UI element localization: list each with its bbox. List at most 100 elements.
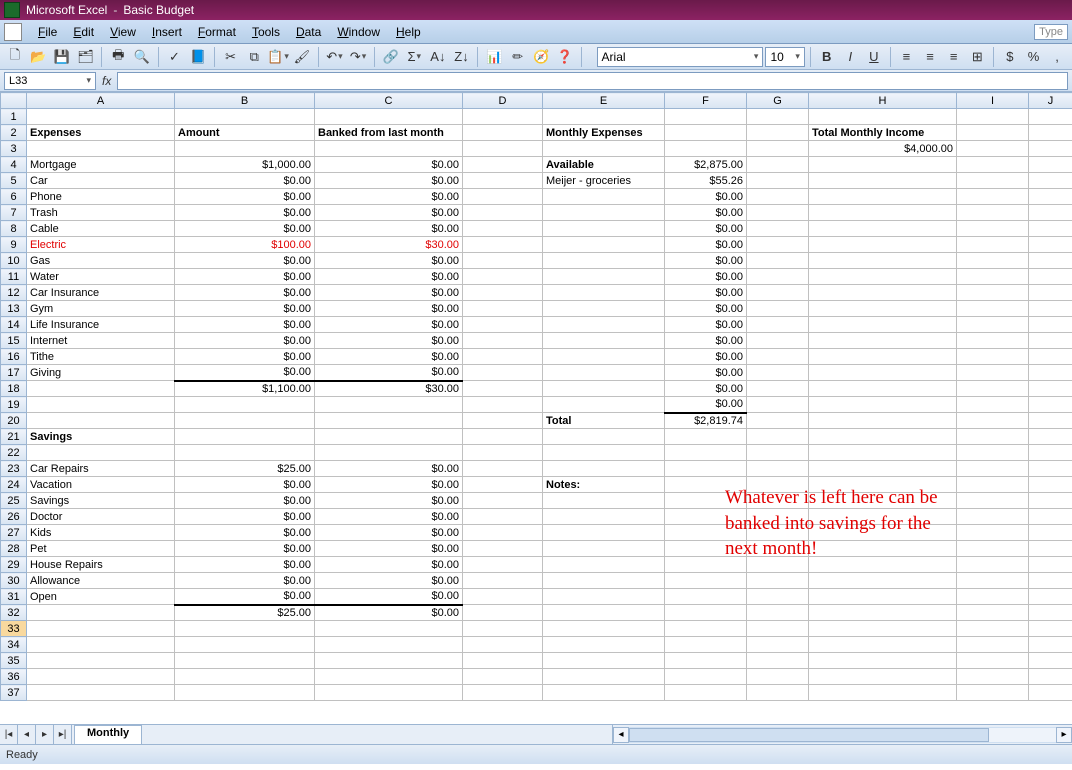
cell-G33[interactable] (747, 621, 809, 637)
cell-H26[interactable] (809, 509, 957, 525)
cell-G10[interactable] (747, 253, 809, 269)
new-button[interactable]: 🗋 (4, 46, 26, 68)
cell-B30[interactable]: $0.00 (175, 573, 315, 589)
percent-button[interactable]: % (1023, 46, 1045, 68)
cell-C19[interactable] (315, 397, 463, 413)
cell-E26[interactable] (543, 509, 665, 525)
cell-D29[interactable] (463, 557, 543, 573)
cell-A1[interactable] (27, 109, 175, 125)
sort-desc-button[interactable]: Z↓ (451, 46, 473, 68)
menu-file[interactable]: File (30, 23, 65, 41)
bold-button[interactable]: B (816, 46, 838, 68)
cell-D28[interactable] (463, 541, 543, 557)
cell-J14[interactable] (1029, 317, 1072, 333)
cell-G4[interactable] (747, 157, 809, 173)
cell-J37[interactable] (1029, 685, 1072, 701)
cell-E27[interactable] (543, 525, 665, 541)
cell-B35[interactable] (175, 653, 315, 669)
cell-E15[interactable] (543, 333, 665, 349)
cell-A35[interactable] (27, 653, 175, 669)
cell-J8[interactable] (1029, 221, 1072, 237)
cell-I11[interactable] (957, 269, 1029, 285)
row-header-36[interactable]: 36 (1, 669, 27, 685)
cell-G35[interactable] (747, 653, 809, 669)
row-header-12[interactable]: 12 (1, 285, 27, 301)
cell-D4[interactable] (463, 157, 543, 173)
row-header-24[interactable]: 24 (1, 477, 27, 493)
cell-H20[interactable] (809, 413, 957, 429)
cell-J4[interactable] (1029, 157, 1072, 173)
row-header-7[interactable]: 7 (1, 205, 27, 221)
cell-I13[interactable] (957, 301, 1029, 317)
cell-J33[interactable] (1029, 621, 1072, 637)
scroll-right-button[interactable]: ▸ (1056, 727, 1072, 743)
cell-J26[interactable] (1029, 509, 1072, 525)
cell-H15[interactable] (809, 333, 957, 349)
cell-E9[interactable] (543, 237, 665, 253)
cell-G16[interactable] (747, 349, 809, 365)
cell-E6[interactable] (543, 189, 665, 205)
cell-H6[interactable] (809, 189, 957, 205)
currency-button[interactable]: $ (999, 46, 1021, 68)
row-header-31[interactable]: 31 (1, 589, 27, 605)
cell-E24[interactable]: Notes: (543, 477, 665, 493)
cell-E30[interactable] (543, 573, 665, 589)
cell-J5[interactable] (1029, 173, 1072, 189)
cell-F18[interactable]: $0.00 (665, 381, 747, 397)
cell-I23[interactable] (957, 461, 1029, 477)
scroll-thumb[interactable] (629, 728, 989, 742)
cell-B5[interactable]: $0.00 (175, 173, 315, 189)
cell-D35[interactable] (463, 653, 543, 669)
cell-A21[interactable]: Savings (27, 429, 175, 445)
cell-D3[interactable] (463, 141, 543, 157)
row-header-22[interactable]: 22 (1, 445, 27, 461)
cell-C17[interactable]: $0.00 (315, 365, 463, 381)
row-header-8[interactable]: 8 (1, 221, 27, 237)
cell-E2[interactable]: Monthly Expenses (543, 125, 665, 141)
save-button[interactable]: 💾 (51, 46, 73, 68)
cell-A16[interactable]: Tithe (27, 349, 175, 365)
row-header-23[interactable]: 23 (1, 461, 27, 477)
cell-C15[interactable]: $0.00 (315, 333, 463, 349)
menu-edit[interactable]: Edit (65, 23, 102, 41)
cell-A18[interactable] (27, 381, 175, 397)
cell-D11[interactable] (463, 269, 543, 285)
cell-D23[interactable] (463, 461, 543, 477)
cell-G14[interactable] (747, 317, 809, 333)
cell-E3[interactable] (543, 141, 665, 157)
cell-B14[interactable]: $0.00 (175, 317, 315, 333)
cell-I32[interactable] (957, 605, 1029, 621)
menu-format[interactable]: Format (190, 23, 244, 41)
cell-G12[interactable] (747, 285, 809, 301)
cell-H4[interactable] (809, 157, 957, 173)
row-header-3[interactable]: 3 (1, 141, 27, 157)
cell-A3[interactable] (27, 141, 175, 157)
cell-J10[interactable] (1029, 253, 1072, 269)
cell-F37[interactable] (665, 685, 747, 701)
cell-J32[interactable] (1029, 605, 1072, 621)
cell-I7[interactable] (957, 205, 1029, 221)
cell-J25[interactable] (1029, 493, 1072, 509)
cell-I30[interactable] (957, 573, 1029, 589)
cell-E7[interactable] (543, 205, 665, 221)
cell-A14[interactable]: Life Insurance (27, 317, 175, 333)
fx-icon[interactable]: fx (102, 74, 111, 88)
print-button[interactable]: 🖶 (107, 46, 129, 68)
cell-H29[interactable] (809, 557, 957, 573)
cell-C6[interactable]: $0.00 (315, 189, 463, 205)
cell-G9[interactable] (747, 237, 809, 253)
cell-G1[interactable] (747, 109, 809, 125)
cell-I8[interactable] (957, 221, 1029, 237)
cell-F29[interactable] (665, 557, 747, 573)
cell-C4[interactable]: $0.00 (315, 157, 463, 173)
cell-E28[interactable] (543, 541, 665, 557)
cell-C3[interactable] (315, 141, 463, 157)
row-header-37[interactable]: 37 (1, 685, 27, 701)
cell-D25[interactable] (463, 493, 543, 509)
cell-I2[interactable] (957, 125, 1029, 141)
cell-A11[interactable]: Water (27, 269, 175, 285)
cell-C25[interactable]: $0.00 (315, 493, 463, 509)
cell-G36[interactable] (747, 669, 809, 685)
cell-G25[interactable] (747, 493, 809, 509)
cell-E32[interactable] (543, 605, 665, 621)
